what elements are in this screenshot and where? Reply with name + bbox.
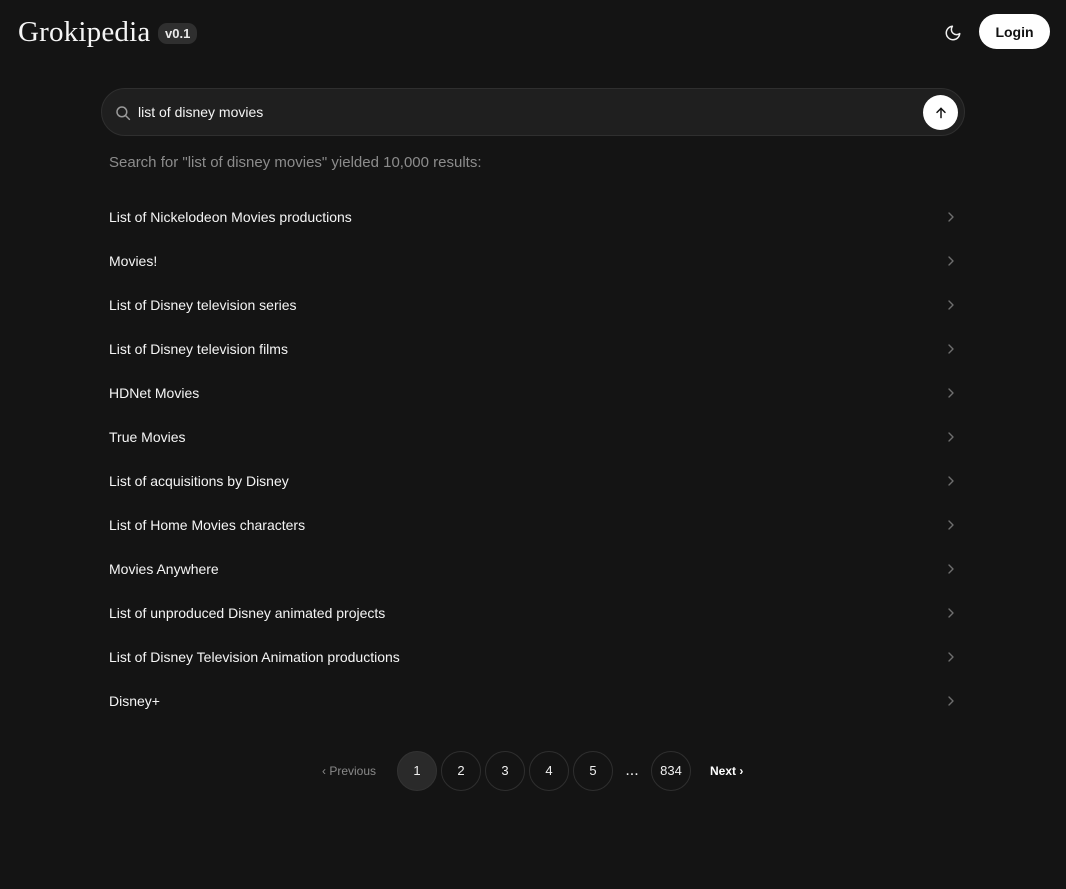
result-title[interactable]: Disney+	[109, 693, 160, 709]
page-button-1[interactable]: 1	[397, 751, 437, 791]
chevron-right-icon	[948, 300, 954, 310]
result-title[interactable]: HDNet Movies	[109, 385, 199, 401]
result-title[interactable]: Movies!	[109, 253, 157, 269]
arrow-up-icon	[935, 107, 946, 118]
result-title[interactable]: List of Nickelodeon Movies productions	[109, 209, 352, 225]
chevron-right-icon	[948, 652, 954, 662]
chevron-right-icon	[948, 696, 954, 706]
page-button-5[interactable]: 5	[573, 751, 613, 791]
result-item[interactable]: List of Nickelodeon Movies productions	[101, 195, 965, 239]
pagination: ‹ Previous 1 2 3 4 5 ... 834 Next ›	[0, 751, 1066, 792]
result-title[interactable]: List of acquisitions by Disney	[109, 473, 289, 489]
theme-toggle-button[interactable]	[939, 19, 967, 47]
search-submit-button[interactable]	[923, 95, 958, 130]
result-item[interactable]: List of unproduced Disney animated proje…	[101, 591, 965, 635]
result-title[interactable]: List of Disney television series	[109, 297, 297, 313]
result-item[interactable]: Disney+	[101, 679, 965, 723]
page-button-3[interactable]: 3	[485, 751, 525, 791]
result-item[interactable]: List of Disney Television Animation prod…	[101, 635, 965, 679]
chevron-right-icon	[948, 476, 954, 486]
page-ellipsis: ...	[625, 762, 639, 779]
result-item[interactable]: List of acquisitions by Disney	[101, 459, 965, 503]
page-button-last[interactable]: 834	[651, 751, 691, 791]
result-title[interactable]: List of unproduced Disney animated proje…	[109, 605, 385, 621]
result-item[interactable]: List of Disney television films	[101, 327, 965, 371]
search-bar	[101, 88, 965, 136]
chevron-right-icon	[948, 344, 954, 354]
search-input[interactable]	[138, 89, 918, 135]
chevron-right-icon	[948, 608, 954, 618]
header: Grokipedia v0.1 Login	[0, 0, 1066, 66]
chevron-right-icon	[948, 432, 954, 442]
next-page-button[interactable]: Next ›	[700, 751, 753, 791]
search-icon	[116, 106, 131, 121]
login-button[interactable]: Login	[979, 14, 1050, 49]
chevron-right-icon	[948, 520, 954, 530]
results-list: List of Nickelodeon Movies productions M…	[101, 195, 965, 723]
result-item[interactable]: HDNet Movies	[101, 371, 965, 415]
result-item[interactable]: Movies!	[101, 239, 965, 283]
result-title[interactable]: Movies Anywhere	[109, 561, 219, 577]
result-item[interactable]: List of Disney television series	[101, 283, 965, 327]
page-button-4[interactable]: 4	[529, 751, 569, 791]
result-title[interactable]: List of Disney television films	[109, 341, 288, 357]
site-logo[interactable]: Grokipedia	[18, 14, 150, 50]
chevron-right-icon	[948, 212, 954, 222]
results-summary: Search for "list of disney movies" yield…	[109, 154, 482, 171]
result-item[interactable]: True Movies	[101, 415, 965, 459]
previous-page-button[interactable]: ‹ Previous	[312, 751, 386, 791]
result-title[interactable]: List of Disney Television Animation prod…	[109, 649, 400, 665]
result-title[interactable]: List of Home Movies characters	[109, 517, 305, 533]
result-title[interactable]: True Movies	[109, 429, 186, 445]
result-item[interactable]: List of Home Movies characters	[101, 503, 965, 547]
chevron-right-icon	[948, 564, 954, 574]
moon-icon	[945, 25, 961, 41]
version-badge: v0.1	[158, 23, 198, 44]
chevron-right-icon	[948, 256, 954, 266]
page-button-2[interactable]: 2	[441, 751, 481, 791]
chevron-right-icon	[948, 388, 954, 398]
result-item[interactable]: Movies Anywhere	[101, 547, 965, 591]
